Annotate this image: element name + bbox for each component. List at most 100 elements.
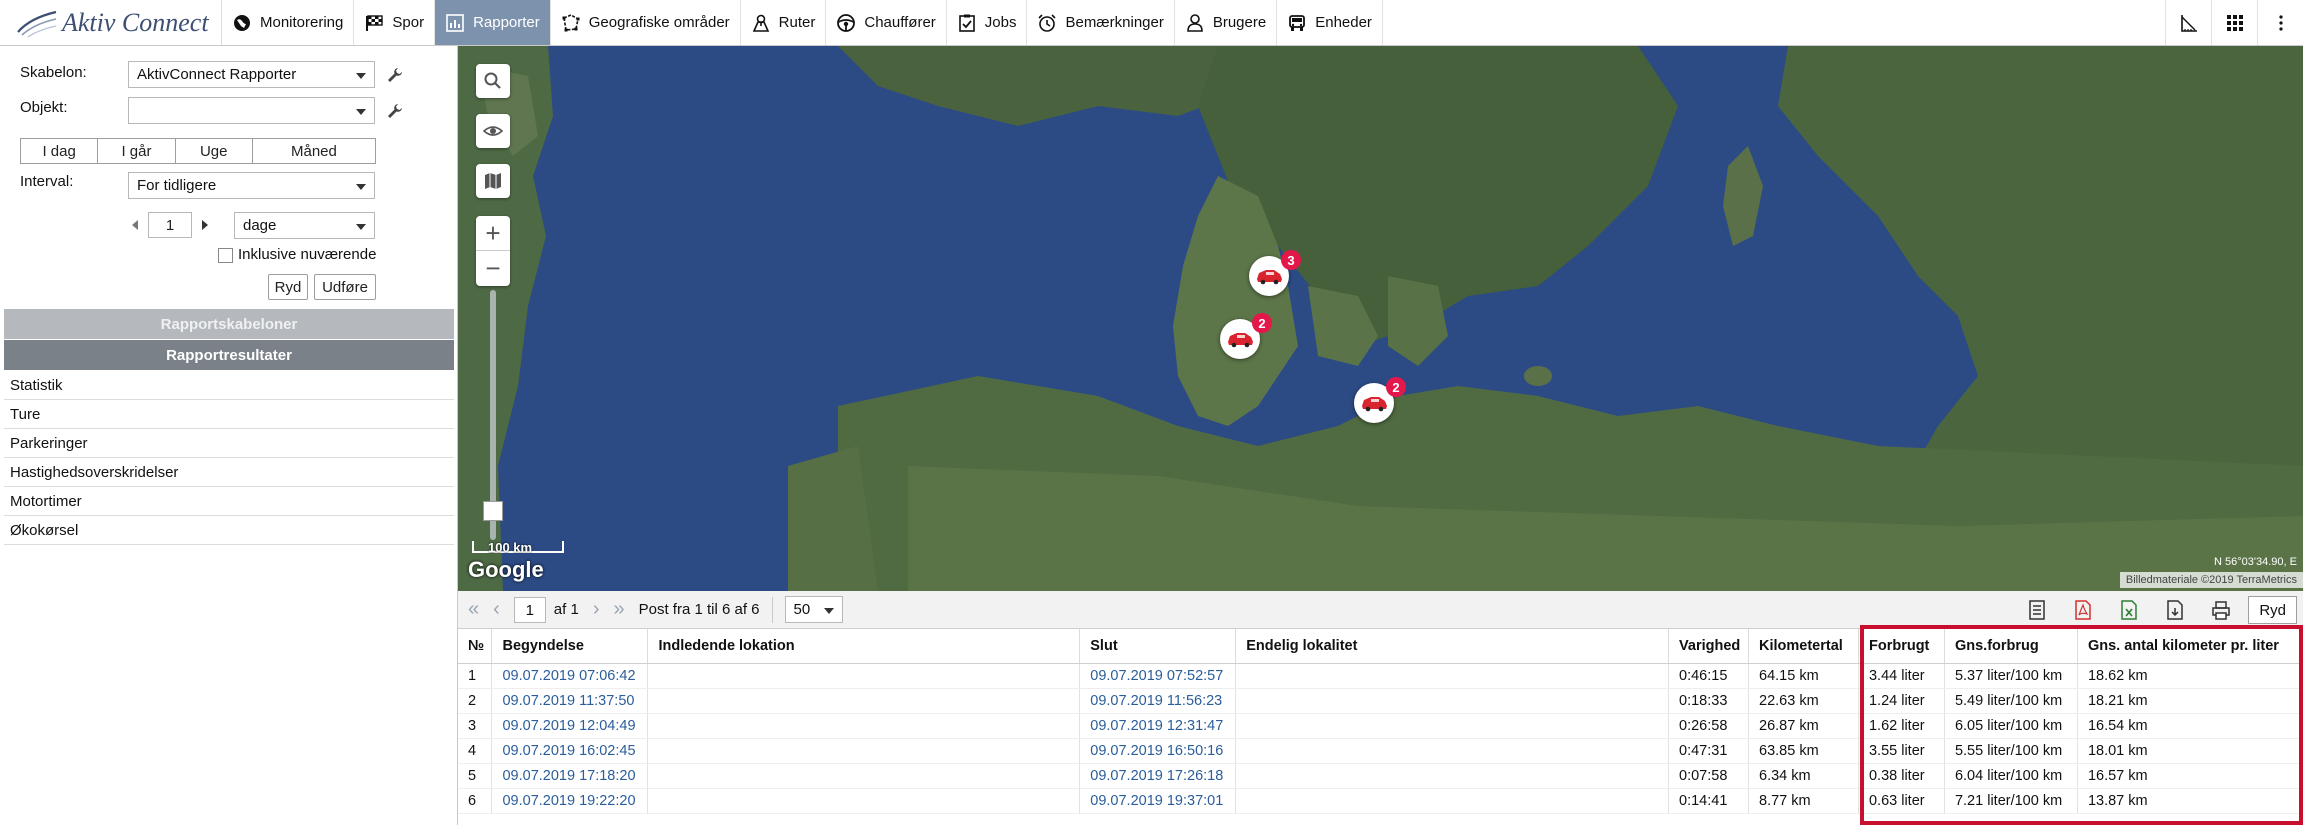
next-page-icon[interactable]: › <box>593 598 600 621</box>
map-layers-button[interactable] <box>476 164 510 198</box>
more-menu-button[interactable] <box>2257 0 2303 45</box>
nav-label: Rapporter <box>473 14 540 31</box>
table-cell[interactable]: 09.07.2019 12:04:49 <box>491 713 649 739</box>
object-select[interactable] <box>128 97 375 124</box>
zoom-in-button[interactable]: + <box>476 216 510 251</box>
table-cell[interactable]: 09.07.2019 07:06:42 <box>491 663 649 689</box>
increment-arrow-icon[interactable] <box>202 220 208 230</box>
table-cell[interactable]: 09.07.2019 16:50:16 <box>1079 738 1237 764</box>
list-item[interactable]: Økokørsel <box>4 516 454 545</box>
print-button[interactable] <box>2202 595 2240 625</box>
table-row[interactable]: 1 09.07.2019 07:06:42 09.07.2019 07:52:57 0… <box>458 663 2303 689</box>
interval-value: For tidligere <box>137 177 217 194</box>
nav-label: Ruter <box>778 14 816 31</box>
export-pdf-button[interactable] <box>2064 595 2102 625</box>
page-size-select[interactable]: 50 <box>784 596 843 623</box>
column-header[interactable]: Begyndelse <box>491 629 649 664</box>
map-view[interactable]: + − 100 km Google N 56°03'34.90, E Bille… <box>458 46 2303 591</box>
table-cell[interactable]: 09.07.2019 19:37:01 <box>1079 788 1237 814</box>
apps-grid-button[interactable] <box>2211 0 2257 45</box>
period-yesterday-button[interactable]: I går <box>98 139 176 163</box>
table-cell[interactable]: 09.07.2019 19:22:20 <box>491 788 649 814</box>
period-week-button[interactable]: Uge <box>176 139 253 163</box>
vehicle-cluster-marker[interactable]: 3 <box>1249 250 1301 296</box>
table-row[interactable]: 6 09.07.2019 19:22:20 09.07.2019 19:37:01 0… <box>458 788 2303 814</box>
flag-icon <box>366 14 384 31</box>
wrench-icon[interactable] <box>386 66 404 84</box>
nav-jobs[interactable]: Jobs <box>947 0 1028 45</box>
decrement-arrow-icon[interactable] <box>132 220 138 230</box>
list-item[interactable]: Motortimer <box>4 487 454 516</box>
list-item[interactable]: Statistik <box>4 371 454 400</box>
nav-geografiske-omraader[interactable]: Geografiske områder <box>551 0 741 45</box>
table-cell[interactable]: 09.07.2019 17:26:18 <box>1079 763 1237 789</box>
execute-button[interactable]: Udføre <box>314 274 376 300</box>
chevron-down-icon <box>356 109 366 115</box>
export-file-button[interactable] <box>2156 595 2194 625</box>
column-header[interactable]: Gns.forbrug <box>1944 629 2078 664</box>
interval-select[interactable]: For tidligere <box>128 172 375 199</box>
table-cell[interactable]: 09.07.2019 11:56:23 <box>1079 688 1237 714</box>
column-header[interactable]: Forbrugt <box>1858 629 1945 664</box>
table-cell[interactable]: 09.07.2019 12:31:47 <box>1079 713 1237 739</box>
clear-button[interactable]: Ryd <box>268 274 308 300</box>
nav-rapporter[interactable]: Rapporter <box>435 0 551 45</box>
interval-count-input[interactable]: 1 <box>148 212 192 238</box>
zoom-slider-handle[interactable] <box>483 501 503 521</box>
column-header[interactable]: Kilometertal <box>1748 629 1859 664</box>
zoom-out-button[interactable]: − <box>476 251 510 286</box>
list-item[interactable]: Parkeringer <box>4 429 454 458</box>
list-item[interactable]: Ture <box>4 400 454 429</box>
map-visibility-button[interactable] <box>476 114 510 148</box>
report-results-header[interactable]: Rapportresultater <box>4 340 454 370</box>
table-cell[interactable]: 09.07.2019 16:02:45 <box>491 738 649 764</box>
list-item[interactable]: Hastighedsoverskridelser <box>4 458 454 487</box>
table-cell: 64.15 km <box>1748 663 1859 689</box>
period-today-button[interactable]: I dag <box>21 139 99 163</box>
logo[interactable]: Aktiv Connect <box>0 0 222 45</box>
nav-chauffoerer[interactable]: Chauffører <box>826 0 947 45</box>
cluster-count-badge: 3 <box>1281 250 1301 270</box>
nav-spor[interactable]: Spor <box>354 0 436 45</box>
vehicle-cluster-marker[interactable]: 2 <box>1220 313 1272 359</box>
column-header[interactable]: Indledende lokation <box>647 629 1081 664</box>
export-summary-button[interactable] <box>2018 595 2056 625</box>
table-cell: 63.85 km <box>1748 738 1859 764</box>
table-cell: 5.49 liter/100 km <box>1944 688 2078 714</box>
globe-icon <box>234 14 250 31</box>
first-page-icon[interactable]: « <box>468 598 479 621</box>
nav-monitorering[interactable]: Monitorering <box>222 0 355 45</box>
last-page-icon[interactable]: » <box>614 598 625 621</box>
period-month-button[interactable]: Måned <box>253 139 375 163</box>
column-header[interactable]: № <box>458 629 493 664</box>
wrench-icon[interactable] <box>386 102 404 120</box>
nav-bemaerkninger[interactable]: Bemærkninger <box>1027 0 1175 45</box>
clear-results-button[interactable]: Ryd <box>2248 596 2297 624</box>
table-row[interactable]: 3 09.07.2019 12:04:49 09.07.2019 12:31:47 0… <box>458 713 2303 739</box>
interval-unit-select[interactable]: dage <box>234 212 375 239</box>
table-row[interactable]: 4 09.07.2019 16:02:45 09.07.2019 16:50:16 0… <box>458 738 2303 764</box>
table-row[interactable]: 2 09.07.2019 11:37:50 09.07.2019 11:56:23 0… <box>458 688 2303 714</box>
table-cell[interactable]: 09.07.2019 11:37:50 <box>491 688 649 714</box>
vehicle-cluster-marker[interactable]: 2 <box>1354 377 1406 423</box>
ruler-button[interactable] <box>2165 0 2211 45</box>
map-search-button[interactable] <box>476 64 510 98</box>
column-header[interactable]: Slut <box>1079 629 1237 664</box>
column-header[interactable]: Endelig lokalitet <box>1235 629 1670 664</box>
page-number-input[interactable]: 1 <box>513 596 546 623</box>
nav-enheder[interactable]: Enheder <box>1277 0 1383 45</box>
nav-brugere[interactable]: Brugere <box>1175 0 1278 45</box>
include-current-checkbox[interactable] <box>218 248 233 263</box>
template-select[interactable]: AktivConnect Rapporter <box>128 61 375 88</box>
alarm-clock-icon <box>1038 13 1057 32</box>
prev-page-icon[interactable]: ‹ <box>493 598 500 621</box>
column-header[interactable]: Gns. antal kilometer pr. liter <box>2077 629 2303 664</box>
table-row[interactable]: 5 09.07.2019 17:18:20 09.07.2019 17:26:18 0… <box>458 763 2303 789</box>
table-cell[interactable]: 09.07.2019 07:52:57 <box>1079 663 1237 689</box>
chevron-down-icon <box>356 184 366 190</box>
table-cell[interactable]: 09.07.2019 17:18:20 <box>491 763 649 789</box>
column-header[interactable]: Varighed <box>1668 629 1749 664</box>
nav-ruter[interactable]: Ruter <box>741 0 827 45</box>
export-excel-button[interactable] <box>2110 595 2148 625</box>
report-templates-header[interactable]: Rapportskabeloner <box>4 309 454 339</box>
